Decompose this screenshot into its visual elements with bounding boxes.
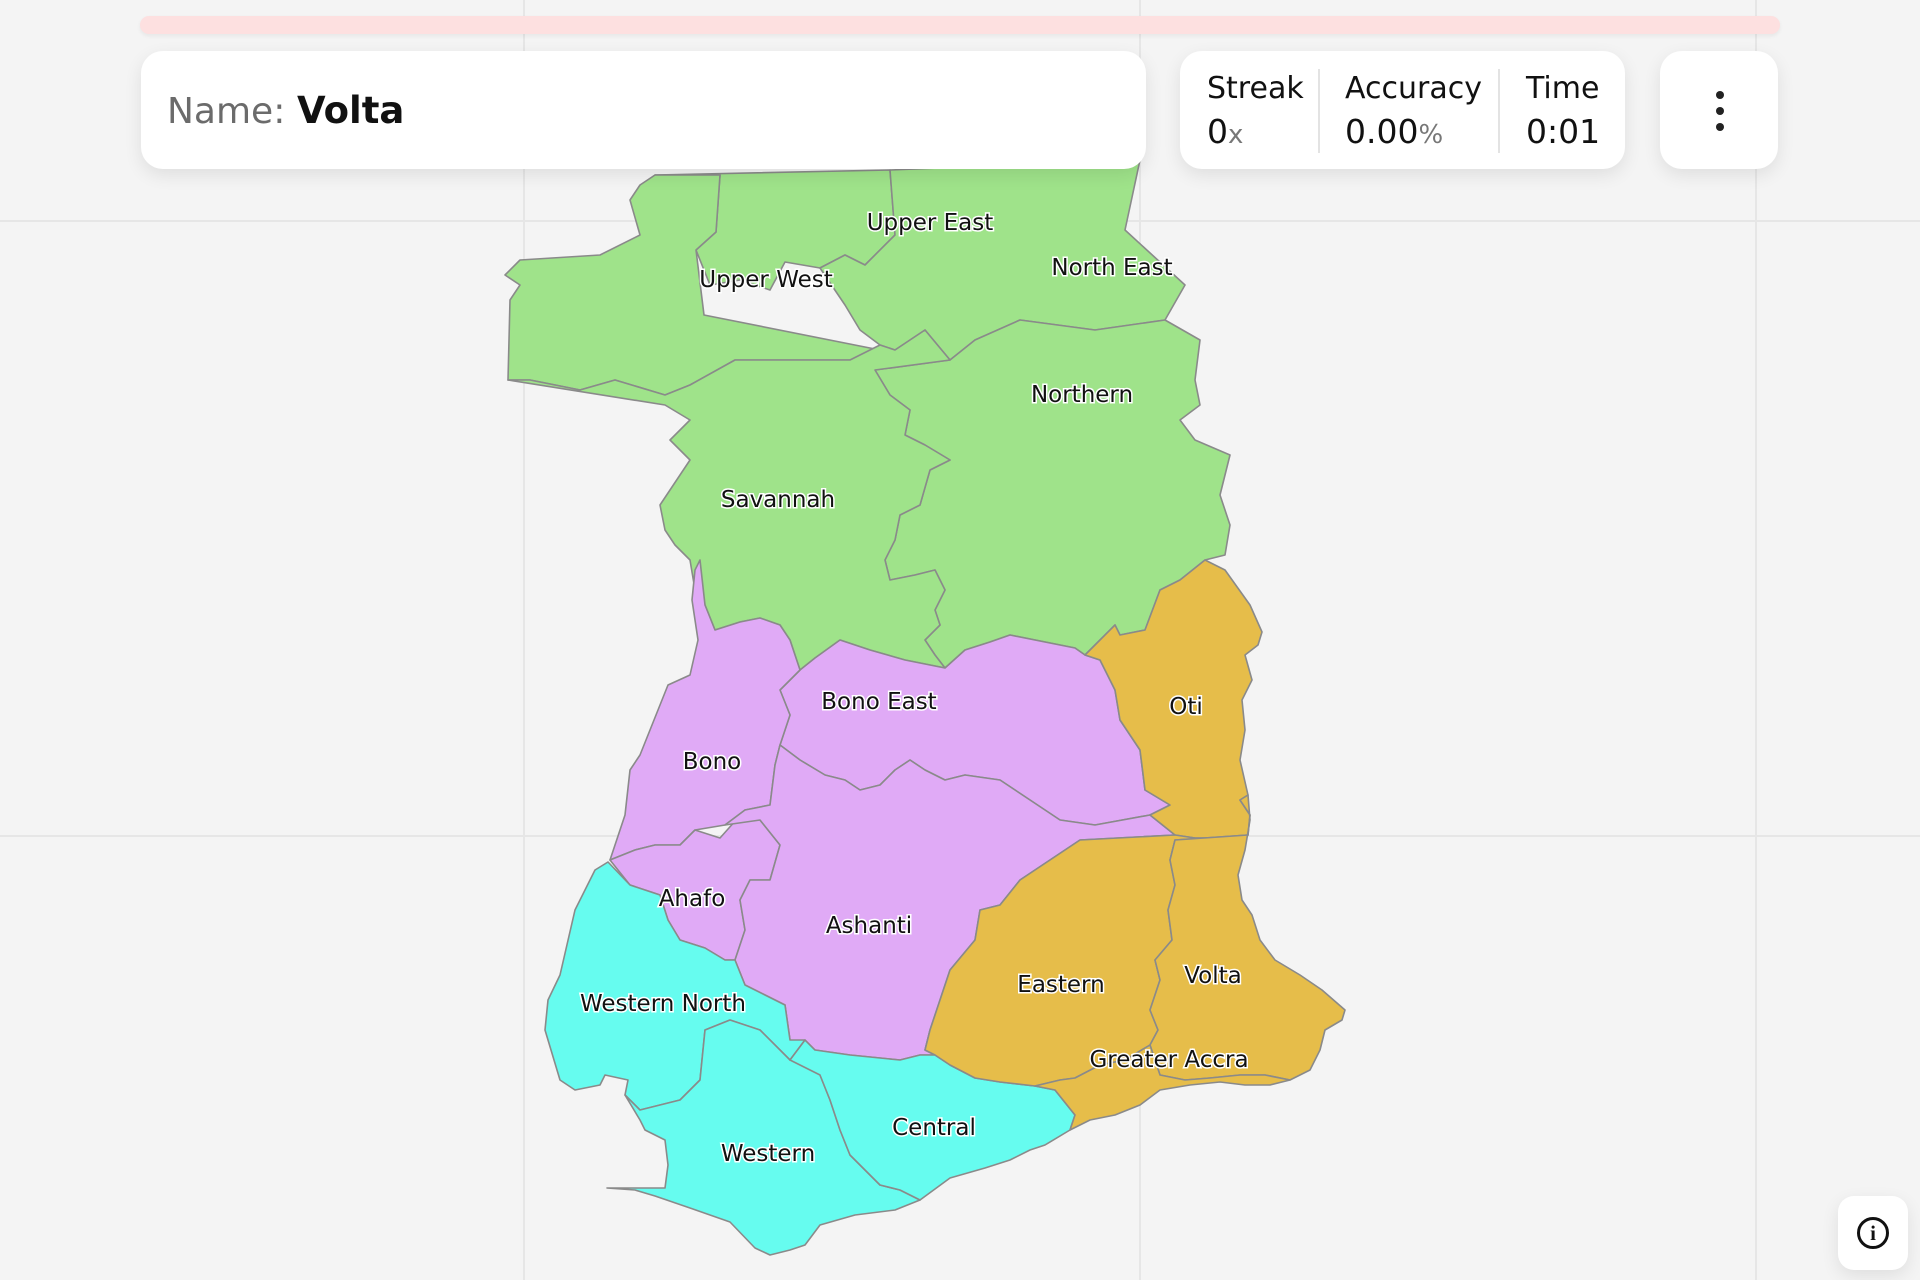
label-savannah: Savannah <box>721 487 835 513</box>
stat-time-number: 0:01 <box>1526 112 1601 151</box>
stat-divider <box>1318 69 1320 153</box>
label-north-east: North East <box>1051 255 1172 281</box>
quiz-progress-bar <box>140 16 1780 34</box>
stat-accuracy-value: 0.00% <box>1345 112 1482 151</box>
label-volta: Volta <box>1184 963 1242 989</box>
label-upper-east: Upper East <box>867 210 994 236</box>
stat-streak-number: 0 <box>1207 112 1228 151</box>
label-western-north: Western North <box>580 991 746 1017</box>
label-eastern: Eastern <box>1017 972 1104 998</box>
label-ashanti: Ashanti <box>826 913 912 939</box>
label-bono: Bono <box>683 749 742 775</box>
stat-accuracy-label: Accuracy <box>1345 71 1482 106</box>
label-central: Central <box>892 1115 976 1141</box>
info-button[interactable]: i <box>1838 1196 1908 1270</box>
label-western: Western <box>721 1141 815 1167</box>
label-bono-east: Bono East <box>821 689 936 715</box>
stat-streak-label: Streak <box>1207 71 1304 106</box>
stat-streak: Streak 0x <box>1207 71 1304 151</box>
more-vertical-icon <box>1716 91 1724 139</box>
stat-time-label: Time <box>1526 71 1600 106</box>
stat-time: Time 0:01 <box>1526 71 1600 151</box>
label-greater-accra: Greater Accra <box>1089 1047 1248 1073</box>
stat-streak-value: 0x <box>1207 112 1304 151</box>
stats-card: Streak 0x Accuracy 0.00% Time 0:01 <box>1180 51 1625 169</box>
northern-zone <box>504 159 1231 671</box>
label-ahafo: Ahafo <box>659 886 726 912</box>
prompt-card: Name: Volta <box>141 51 1146 169</box>
more-options-button[interactable] <box>1660 51 1778 169</box>
prompt-label: Name: <box>167 91 286 132</box>
label-northern: Northern <box>1031 382 1133 408</box>
prompt-region-name: Volta <box>297 89 405 132</box>
stat-accuracy-number: 0.00 <box>1345 112 1419 151</box>
ghana-map: Upper East Upper West North East Norther… <box>504 159 1346 1256</box>
stat-accuracy-unit: % <box>1418 120 1444 150</box>
stat-accuracy: Accuracy 0.00% <box>1345 71 1482 151</box>
stat-streak-unit: x <box>1228 120 1244 150</box>
label-oti: Oti <box>1169 694 1203 720</box>
stat-time-value: 0:01 <box>1526 112 1600 151</box>
label-upper-west: Upper West <box>699 267 833 293</box>
stat-divider <box>1498 69 1500 153</box>
info-icon: i <box>1857 1217 1889 1249</box>
